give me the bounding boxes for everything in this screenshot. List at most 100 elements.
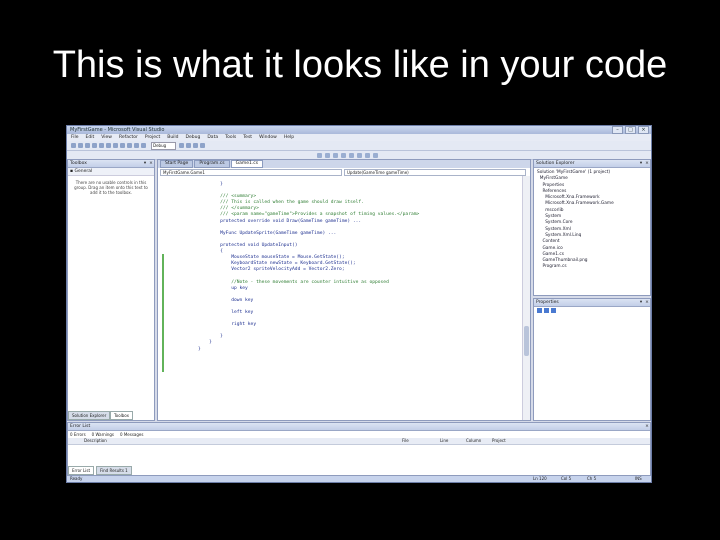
toolbox-group-label: General <box>74 169 93 174</box>
configuration-select[interactable]: Debug <box>151 141 176 150</box>
standard-toolbar: Debug <box>67 141 651 151</box>
copy-icon[interactable] <box>113 143 118 148</box>
menu-refactor[interactable]: Refactor <box>119 135 138 140</box>
code-line[interactable]: //Note - these movements are counter int… <box>198 280 419 286</box>
menu-edit[interactable]: Edit <box>86 135 95 140</box>
tab-solution-explorer[interactable]: Solution Explorer <box>68 411 111 420</box>
menu-view[interactable]: View <box>101 135 112 140</box>
menu-file[interactable]: File <box>71 135 79 140</box>
error-list-pane: Error List × 0 Errors 0 Warnings 0 Messa… <box>67 422 651 476</box>
menu-help[interactable]: Help <box>284 135 294 140</box>
column-line[interactable]: Line <box>440 438 448 443</box>
toolbox-group[interactable]: ▪ General <box>68 168 154 176</box>
column-description[interactable]: Description <box>84 438 107 443</box>
error-list-title: Error List <box>70 424 91 429</box>
tab-find-results[interactable]: Find Results 1 <box>96 466 132 475</box>
menu-tools[interactable]: Tools <box>225 135 236 140</box>
close-icon[interactable]: × <box>644 423 650 430</box>
redo-icon[interactable] <box>134 143 139 148</box>
properties-icon[interactable] <box>193 143 198 148</box>
toolbox-icon[interactable] <box>200 143 205 148</box>
comment-icon[interactable] <box>333 152 338 158</box>
save-icon[interactable] <box>92 143 97 148</box>
tab-game1-cs[interactable]: Game1.cs <box>230 160 264 168</box>
code-line[interactable]: /// <param name="gameTime">Provides a sn… <box>198 212 419 218</box>
member-dropdown[interactable]: Update(GameTime gameTime) <box>344 169 526 176</box>
close-icon[interactable]: × <box>644 160 650 167</box>
type-dropdown[interactable]: MyFirstGame.Game1 <box>160 169 342 176</box>
menu-test[interactable]: Test <box>243 135 252 140</box>
toolbox-empty-message: There are no usable controls in this gro… <box>74 180 148 195</box>
tab-start-page[interactable]: Start Page <box>160 160 194 168</box>
close-icon[interactable]: × <box>644 299 650 306</box>
change-marker <box>162 254 164 372</box>
status-line: Ln 120 <box>533 476 547 481</box>
clear-bookmarks-icon[interactable] <box>373 152 378 158</box>
solution-tree: Solution 'MyFirstGame' (1 project) MyFir… <box>534 168 650 273</box>
column-column[interactable]: Column <box>466 438 481 443</box>
properties-toolbar <box>534 307 650 314</box>
prev-bookmark-icon[interactable] <box>357 152 362 158</box>
properties-pane: Properties ▾ × <box>533 298 651 421</box>
slide-title: This is what it looks like in your code <box>52 44 668 86</box>
indent-icon[interactable] <box>317 152 322 158</box>
warnings-filter[interactable]: 0 Warnings <box>92 432 114 437</box>
solution-explorer-icon[interactable] <box>186 143 191 148</box>
scrollbar-thumb[interactable] <box>524 326 529 356</box>
categorized-icon[interactable] <box>537 308 542 313</box>
column-project[interactable]: Project <box>492 438 506 443</box>
toolbox-title: Toolbox <box>70 161 87 166</box>
tab-error-list[interactable]: Error List <box>68 466 95 475</box>
alphabetical-icon[interactable] <box>544 308 549 313</box>
solution-explorer-header: Solution Explorer ▾ × <box>534 160 650 168</box>
open-icon[interactable] <box>85 143 90 148</box>
paste-icon[interactable] <box>120 143 125 148</box>
error-list-header: Error List × <box>68 423 650 431</box>
vertical-scrollbar[interactable] <box>522 176 530 420</box>
add-item-icon[interactable] <box>78 143 83 148</box>
menu-bar: File Edit View Refactor Project Build De… <box>67 134 651 141</box>
new-project-icon[interactable] <box>71 143 76 148</box>
maximize-button[interactable]: □ <box>625 126 636 134</box>
find-icon[interactable] <box>179 143 184 148</box>
tree-item[interactable]: Program.cs <box>537 264 647 270</box>
cut-icon[interactable] <box>106 143 111 148</box>
undo-icon[interactable] <box>127 143 132 148</box>
menu-project[interactable]: Project <box>145 135 160 140</box>
properties-header: Properties ▾ × <box>534 299 650 307</box>
menu-window[interactable]: Window <box>259 135 277 140</box>
error-filter-bar: 0 Errors 0 Warnings 0 Messages <box>68 431 650 438</box>
title-bar: MyFirstGame - Microsoft Visual Studio – … <box>67 126 651 134</box>
uncomment-icon[interactable] <box>341 152 346 158</box>
menu-build[interactable]: Build <box>167 135 178 140</box>
toolbox-header: Toolbox ▾ × <box>68 160 154 168</box>
start-debugging-icon[interactable] <box>141 143 146 148</box>
editor-gutter <box>158 176 202 420</box>
menu-data[interactable]: Data <box>207 135 218 140</box>
minimize-button[interactable]: – <box>612 126 623 134</box>
errors-filter[interactable]: 0 Errors <box>70 432 86 437</box>
status-bar: Ready Ln 120 Col 5 Ch 5 INS <box>67 476 651 482</box>
close-icon[interactable]: × <box>148 160 154 167</box>
column-file[interactable]: File <box>402 438 409 443</box>
messages-filter[interactable]: 0 Messages <box>120 432 143 437</box>
property-pages-icon[interactable] <box>551 308 556 313</box>
save-all-icon[interactable] <box>99 143 104 148</box>
close-button[interactable]: × <box>638 126 649 134</box>
code-line[interactable]: } <box>198 347 419 353</box>
status-ch: Ch 5 <box>587 476 597 481</box>
tab-program-cs[interactable]: Program.cs <box>194 160 230 168</box>
toolbox-pane: Toolbox ▾ × ▪ General There are no usabl… <box>67 159 155 421</box>
menu-debug[interactable]: Debug <box>186 135 201 140</box>
solution-explorer-pane: Solution Explorer ▾ × Solution 'MyFirstG… <box>533 159 651 296</box>
tab-toolbox[interactable]: Toolbox <box>110 411 133 420</box>
source-code[interactable]: } /// <summary> /// This is called when … <box>198 182 419 353</box>
bookmark-icon[interactable] <box>349 152 354 158</box>
code-area[interactable]: } /// <summary> /// This is called when … <box>158 176 522 420</box>
status-col: Col 5 <box>561 476 572 481</box>
properties-title: Properties <box>536 300 559 305</box>
outdent-icon[interactable] <box>325 152 330 158</box>
document-tabs: Start Page Program.cs Game1.cs <box>158 160 530 168</box>
next-bookmark-icon[interactable] <box>365 152 370 158</box>
status-mode: INS <box>635 476 642 481</box>
